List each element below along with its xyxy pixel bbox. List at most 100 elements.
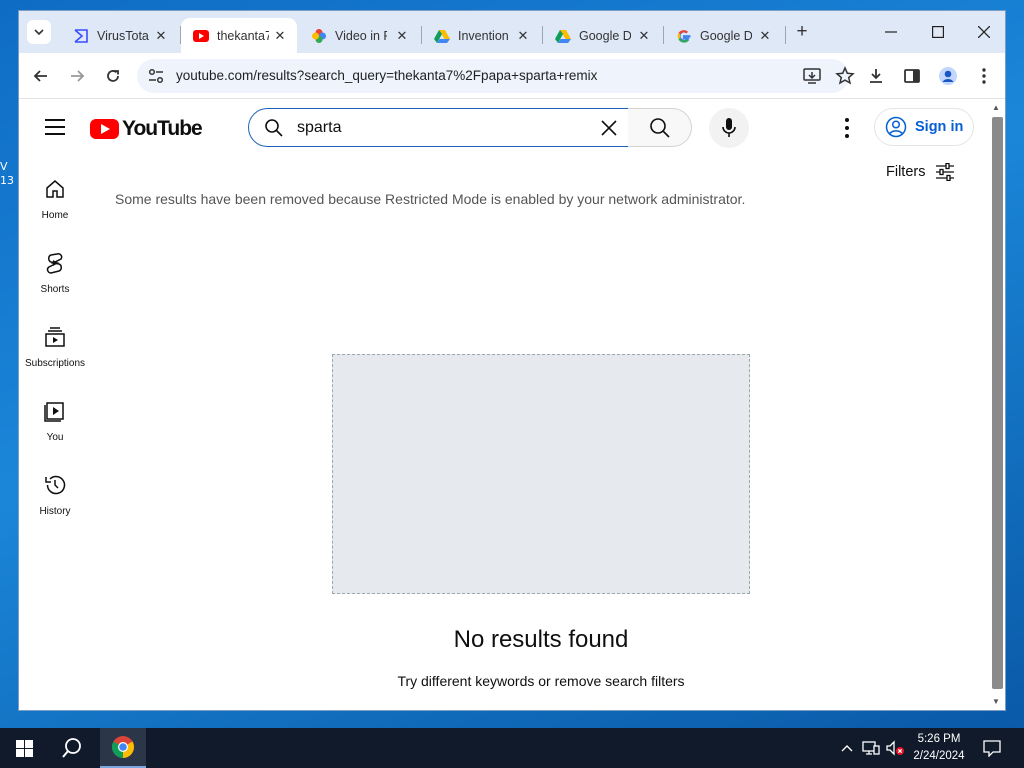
guide-item-home[interactable]: Home bbox=[19, 177, 91, 221]
taskbar-search-button[interactable] bbox=[48, 728, 96, 768]
you-icon bbox=[44, 402, 64, 422]
guide-menu-button[interactable] bbox=[45, 119, 65, 135]
maximize-button[interactable] bbox=[926, 21, 950, 43]
account-circle-icon bbox=[885, 116, 907, 138]
home-icon bbox=[46, 180, 64, 198]
youtube-play-icon bbox=[90, 119, 119, 139]
tab-drive-invention[interactable]: Invention ✕ bbox=[422, 18, 540, 53]
reload-icon bbox=[107, 70, 119, 82]
search-icon bbox=[649, 117, 670, 138]
tune-icon bbox=[936, 163, 955, 181]
sign-in-button[interactable]: Sign in bbox=[874, 108, 974, 146]
search-button[interactable] bbox=[628, 108, 692, 147]
system-clock[interactable]: 5:26 PM 2/24/2024 bbox=[906, 731, 972, 765]
avatar-icon bbox=[939, 67, 957, 85]
download-icon bbox=[870, 69, 882, 83]
tab-youtube[interactable]: thekanta7 ✕ bbox=[181, 18, 297, 53]
youtube-icon bbox=[193, 28, 209, 44]
taskbar-chrome[interactable] bbox=[100, 728, 146, 768]
virustotal-icon bbox=[73, 28, 89, 44]
restricted-mode-message: Some results have been removed because R… bbox=[115, 191, 746, 207]
tab-title: thekanta7 bbox=[217, 28, 269, 43]
tab-photos[interactable]: Video in Photos ✕ bbox=[299, 18, 419, 53]
side-panel-button[interactable] bbox=[898, 62, 926, 90]
start-button[interactable] bbox=[0, 728, 48, 768]
new-tab-button[interactable]: + bbox=[791, 21, 813, 43]
downloads-button[interactable] bbox=[862, 62, 890, 90]
action-center-button[interactable] bbox=[978, 728, 1006, 768]
tab-title: Google Drive bbox=[579, 28, 631, 43]
bookmark-star-icon[interactable] bbox=[835, 66, 855, 86]
settings-menu-button[interactable] bbox=[837, 116, 857, 140]
guide-item-subscriptions[interactable]: Subscriptions bbox=[19, 325, 91, 369]
back-button[interactable] bbox=[27, 62, 55, 90]
more-vert-icon bbox=[982, 68, 986, 84]
voice-search-button[interactable] bbox=[709, 108, 749, 148]
shorts-icon bbox=[46, 253, 63, 274]
guide-item-history[interactable]: History bbox=[19, 473, 91, 517]
reload-button[interactable] bbox=[99, 62, 127, 90]
scroll-down-icon[interactable]: ▼ bbox=[992, 697, 1000, 706]
no-results-hint: Try different keywords or remove search … bbox=[397, 673, 685, 689]
forward-button[interactable] bbox=[63, 62, 91, 90]
filters-label: Filters bbox=[886, 164, 926, 180]
site-info-icon[interactable] bbox=[147, 67, 165, 85]
page-scrollbar[interactable]: ▲ ▼ bbox=[989, 99, 1005, 710]
desktop-fragment: 13 bbox=[0, 174, 14, 187]
search-icon bbox=[265, 119, 283, 137]
volume-status[interactable] bbox=[884, 728, 906, 768]
close-tab-icon[interactable]: ✕ bbox=[516, 28, 530, 44]
dot bbox=[845, 126, 849, 130]
guide-label: Home bbox=[41, 210, 69, 221]
tab-title: VirusTotal bbox=[97, 28, 149, 43]
filters-button[interactable]: Filters bbox=[886, 163, 955, 181]
tab-title: Video in Photos bbox=[335, 28, 387, 43]
search-input[interactable]: sparta bbox=[248, 108, 629, 147]
install-app-icon[interactable] bbox=[802, 66, 822, 86]
minimize-button[interactable] bbox=[879, 21, 903, 43]
guide-label: Subscriptions bbox=[24, 358, 86, 369]
menu-line bbox=[45, 126, 65, 128]
scrollbar-thumb[interactable] bbox=[992, 117, 1003, 689]
url-text[interactable]: youtube.com/results?search_query=thekant… bbox=[176, 68, 597, 83]
clear-search-icon[interactable] bbox=[598, 117, 620, 139]
tab-search-button[interactable] bbox=[27, 20, 51, 44]
browser-toolbar: youtube.com/results?search_query=thekant… bbox=[19, 53, 1005, 99]
guide-label: History bbox=[39, 506, 71, 517]
google-drive-icon bbox=[434, 28, 450, 44]
tab-google[interactable]: Google Drive ✕ bbox=[664, 18, 782, 53]
network-status[interactable] bbox=[860, 728, 882, 768]
tab-title: Google Drive bbox=[700, 28, 752, 43]
photos-icon bbox=[311, 28, 327, 44]
profile-button[interactable] bbox=[934, 62, 962, 90]
youtube-page: YouTube sparta Sign in Home Shorts Subsc… bbox=[19, 99, 991, 710]
scroll-up-icon[interactable]: ▲ bbox=[992, 103, 1000, 112]
tab-virustotal[interactable]: VirusTotal ✕ bbox=[61, 18, 178, 53]
tab-drive[interactable]: Google Drive ✕ bbox=[543, 18, 661, 53]
close-icon bbox=[978, 26, 990, 38]
network-icon bbox=[862, 741, 880, 755]
guide-label: You bbox=[46, 432, 64, 443]
guide-label: Shorts bbox=[40, 284, 70, 295]
dot bbox=[845, 118, 849, 122]
guide-item-shorts[interactable]: Shorts bbox=[19, 251, 91, 295]
browser-menu-button[interactable] bbox=[970, 62, 998, 90]
chevron-down-icon bbox=[34, 29, 44, 36]
minimize-icon bbox=[885, 31, 897, 33]
google-drive-icon bbox=[555, 28, 571, 44]
address-bar[interactable]: youtube.com/results?search_query=thekant… bbox=[137, 59, 855, 93]
close-window-button[interactable] bbox=[972, 21, 996, 43]
volume-muted-icon bbox=[886, 740, 904, 756]
show-hidden-icons-button[interactable] bbox=[838, 728, 856, 768]
close-tab-icon[interactable]: ✕ bbox=[395, 28, 409, 44]
google-icon bbox=[676, 28, 692, 44]
close-tab-icon[interactable]: ✕ bbox=[273, 28, 287, 44]
close-tab-icon[interactable]: ✕ bbox=[637, 28, 651, 44]
search-query[interactable]: sparta bbox=[297, 119, 341, 137]
close-tab-icon[interactable]: ✕ bbox=[154, 28, 168, 44]
guide-item-you[interactable]: You bbox=[19, 399, 91, 443]
browser-window: VirusTotal ✕ thekanta7 ✕ Video in Photos… bbox=[18, 10, 1006, 711]
youtube-logo[interactable]: YouTube bbox=[90, 117, 203, 141]
close-tab-icon[interactable]: ✕ bbox=[758, 28, 772, 44]
menu-line bbox=[45, 119, 65, 121]
